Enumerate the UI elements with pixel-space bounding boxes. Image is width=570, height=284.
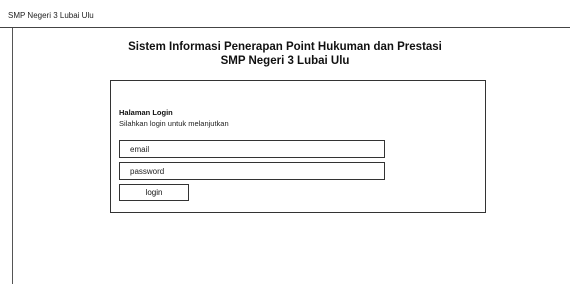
page-title-line1: Sistem Informasi Penerapan Point Hukuman… <box>128 41 442 53</box>
email-input[interactable] <box>119 140 385 158</box>
login-heading: Halaman Login <box>119 108 173 117</box>
login-subtitle: Silahkan login untuk melanjutkan <box>119 119 229 128</box>
brand-label[interactable]: SMP Negeri 3 Lubai Ulu <box>8 11 94 20</box>
top-navbar: SMP Negeri 3 Lubai Ulu <box>0 4 570 28</box>
login-card: Halaman Login Silahkan login untuk melan… <box>110 80 486 213</box>
page-title-line2: SMP Negeri 3 Lubai Ulu <box>220 55 350 67</box>
page-title: Sistem Informasi Penerapan Point Hukuman… <box>0 40 570 68</box>
login-button[interactable]: login <box>119 184 189 201</box>
password-input[interactable] <box>119 162 385 180</box>
page-window: SMP Negeri 3 Lubai Ulu Sistem Informasi … <box>0 0 570 284</box>
